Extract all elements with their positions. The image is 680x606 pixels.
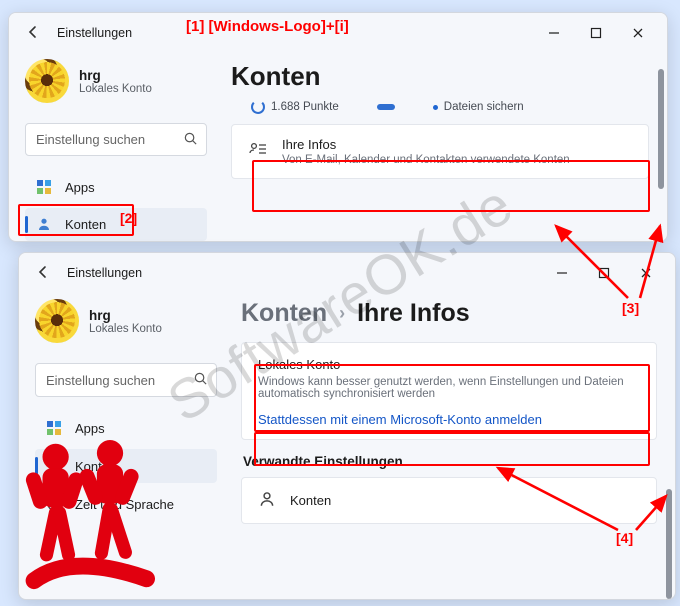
clock-icon — [45, 495, 63, 513]
close-button[interactable] — [625, 257, 667, 289]
status-line: 1.688 Punkte Dateien sichern — [231, 100, 649, 114]
points-icon — [251, 100, 265, 114]
sidebar-item-label: Zeit und Sprache — [75, 497, 174, 512]
person-icon — [35, 215, 53, 233]
sidebar-item-label: Konten — [65, 217, 106, 232]
user-subtitle: Lokales Konto — [89, 323, 162, 335]
sidebar-item-konten[interactable]: Konten — [25, 208, 207, 241]
search-input[interactable]: Einstellung suchen — [25, 123, 207, 156]
search-icon — [183, 131, 198, 149]
apps-icon — [45, 419, 63, 437]
sidebar: hrg Lokales Konto Einstellung suchen App… — [19, 293, 229, 599]
scrollbar-thumb[interactable] — [666, 489, 672, 599]
apps-icon — [35, 178, 53, 196]
titlebar: Einstellungen — [9, 13, 667, 53]
minimize-button[interactable] — [533, 17, 575, 49]
scrollbar-thumb[interactable] — [658, 69, 664, 189]
bullet-icon — [433, 105, 438, 110]
your-info-icon — [248, 140, 268, 163]
breadcrumb-parent[interactable]: Konten — [241, 299, 327, 328]
card-your-info[interactable]: Ihre Infos Von E-Mail, Kalender und Kont… — [231, 124, 649, 179]
local-account-subtitle: Windows kann besser genutzt werden, wenn… — [258, 376, 640, 400]
settings-window-1: Einstellungen hrg Lokales Konto Einstell… — [8, 12, 668, 242]
user-header[interactable]: hrg Lokales Konto — [35, 299, 217, 343]
chevron-right-icon: › — [339, 303, 345, 324]
person-icon — [258, 490, 276, 511]
person-icon — [45, 457, 63, 475]
scrollbar[interactable] — [658, 59, 664, 235]
breadcrumb-current: Ihre Infos — [357, 299, 470, 328]
main-pane: Konten › Ihre Infos Lokales Konto Window… — [229, 293, 675, 599]
card-title: Ihre Infos — [282, 137, 570, 152]
sidebar-item-label: Konten — [75, 459, 116, 474]
avatar — [35, 299, 79, 343]
search-input[interactable]: Einstellung suchen — [35, 363, 217, 397]
back-button[interactable] — [23, 24, 43, 43]
backup-label: Dateien sichern — [444, 101, 524, 113]
backup-bar-icon — [377, 104, 395, 110]
local-account-title: Lokales Konto — [258, 357, 640, 372]
maximize-button[interactable] — [583, 257, 625, 289]
maximize-button[interactable] — [575, 17, 617, 49]
sign-in-microsoft-link[interactable]: Stattdessen mit einem Microsoft-Konto an… — [258, 412, 640, 427]
sidebar-item-konten[interactable]: Konten — [35, 449, 217, 483]
sidebar-item-time-language[interactable]: Zeit und Sprache — [35, 487, 217, 521]
user-name: hrg — [89, 308, 162, 323]
scrollbar[interactable] — [666, 299, 672, 593]
avatar — [25, 59, 69, 103]
search-placeholder: Einstellung suchen — [36, 132, 183, 147]
sidebar-item-apps[interactable]: Apps — [25, 170, 207, 203]
search-icon — [193, 371, 208, 389]
breadcrumb: Konten › Ihre Infos — [241, 299, 657, 328]
close-button[interactable] — [617, 17, 659, 49]
points-label: 1.688 Punkte — [271, 101, 339, 113]
card-subtitle: Von E-Mail, Kalender und Kontakten verwe… — [282, 154, 570, 166]
card-title: Konten — [290, 493, 331, 508]
related-settings-heading: Verwandte Einstellungen — [243, 454, 657, 469]
window-title: Einstellungen — [57, 26, 132, 40]
user-header[interactable]: hrg Lokales Konto — [25, 59, 207, 103]
back-button[interactable] — [33, 264, 53, 283]
user-subtitle: Lokales Konto — [79, 83, 152, 95]
sidebar-item-label: Apps — [75, 421, 105, 436]
main-pane: Konten 1.688 Punkte Dateien sichern Ihre… — [219, 53, 667, 241]
card-related-accounts[interactable]: Konten — [241, 477, 657, 524]
window-title: Einstellungen — [67, 266, 142, 280]
titlebar: Einstellungen — [19, 253, 675, 293]
card-local-account: Lokales Konto Windows kann besser genutz… — [241, 342, 657, 440]
sidebar-item-apps[interactable]: Apps — [35, 411, 217, 445]
minimize-button[interactable] — [541, 257, 583, 289]
sidebar: hrg Lokales Konto Einstellung suchen App… — [9, 53, 219, 241]
sidebar-item-label: Apps — [65, 180, 95, 195]
user-name: hrg — [79, 68, 152, 83]
page-title: Konten — [231, 61, 649, 92]
search-placeholder: Einstellung suchen — [46, 373, 193, 388]
settings-window-2: Einstellungen hrg Lokales Konto Einstell… — [18, 252, 676, 600]
